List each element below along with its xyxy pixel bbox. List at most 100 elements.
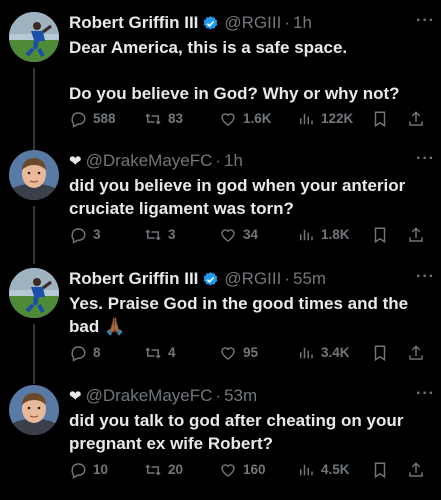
views-chart-icon xyxy=(297,344,315,362)
retweet-icon xyxy=(144,110,162,128)
reply-count: 3 xyxy=(93,227,101,242)
retweet-icon xyxy=(144,461,162,479)
reply-count: 8 xyxy=(93,345,101,360)
views-chart-icon xyxy=(297,461,315,479)
tweet-text: Yes. Praise God in the good times and th… xyxy=(69,294,413,336)
retweet-count: 20 xyxy=(168,462,184,477)
share-icon xyxy=(407,226,425,244)
user-handle[interactable]: @RGIII xyxy=(224,269,281,289)
like-count: 1.6K xyxy=(243,111,272,126)
separator-dot: · xyxy=(215,386,222,405)
action-bar: 8 4 95 3.4K xyxy=(69,344,431,364)
like-button[interactable]: 160 xyxy=(219,461,266,479)
retweet-icon xyxy=(144,226,162,244)
like-count: 34 xyxy=(243,227,259,242)
heart-icon xyxy=(219,226,237,244)
display-name[interactable]: Robert Griffin III xyxy=(69,13,198,33)
timestamp[interactable]: 1h xyxy=(224,151,243,171)
bookmark-icon xyxy=(371,344,389,362)
tweet[interactable]: ❤ @DrakeMayeFC · 1h ··· did you believe … xyxy=(0,150,441,264)
thread-line xyxy=(33,206,35,264)
user-handle[interactable]: @RGIII xyxy=(224,13,281,33)
reply-count: 10 xyxy=(93,462,109,477)
more-options-icon[interactable]: ··· xyxy=(416,268,435,286)
retweet-button[interactable]: 83 xyxy=(144,110,183,128)
reply-button[interactable]: 8 xyxy=(69,344,101,362)
tweet-header: Robert Griffin III @RGIII · 1h xyxy=(69,12,433,34)
retweet-button[interactable]: 4 xyxy=(144,344,176,362)
share-button[interactable] xyxy=(407,110,425,128)
avatar[interactable] xyxy=(9,12,59,62)
more-options-icon[interactable]: ··· xyxy=(416,150,435,168)
tweet[interactable]: Robert Griffin III @RGIII · 55m ··· Yes.… xyxy=(0,268,441,384)
avatar[interactable] xyxy=(9,268,59,318)
heart-icon xyxy=(219,461,237,479)
views-chart-icon xyxy=(297,110,315,128)
timestamp[interactable]: 1h xyxy=(293,13,312,33)
tweet-text: did you believe in god when your anterio… xyxy=(69,176,410,218)
thread-line xyxy=(33,324,35,384)
view-count: 4.5K xyxy=(321,462,350,477)
user-handle[interactable]: @DrakeMayeFC xyxy=(86,151,213,171)
bookmark-icon xyxy=(371,110,389,128)
view-count: 122K xyxy=(321,111,354,126)
display-name[interactable]: Robert Griffin III xyxy=(69,269,198,289)
action-bar: 3 3 34 1.8K xyxy=(69,226,431,246)
like-button[interactable]: 1.6K xyxy=(219,110,272,128)
timestamp[interactable]: 55m xyxy=(293,269,326,289)
avatar[interactable] xyxy=(9,385,59,435)
retweet-icon xyxy=(144,344,162,362)
bookmark-button[interactable] xyxy=(371,110,389,128)
heart-icon: ❤ xyxy=(69,153,82,170)
bookmark-button[interactable] xyxy=(371,461,389,479)
retweet-button[interactable]: 20 xyxy=(144,461,183,479)
tweet-header: Robert Griffin III @RGIII · 55m xyxy=(69,268,433,290)
tweet-text: did you talk to god after cheating on yo… xyxy=(69,411,409,453)
separator-dot: · xyxy=(284,269,290,288)
tweet[interactable]: Robert Griffin III @RGIII · 1h ··· Dear … xyxy=(0,12,441,153)
like-button[interactable]: 34 xyxy=(219,226,258,244)
retweet-count: 4 xyxy=(168,345,176,360)
reply-button[interactable]: 3 xyxy=(69,226,101,244)
more-options-icon[interactable]: ··· xyxy=(416,385,435,403)
reply-button[interactable]: 10 xyxy=(69,461,108,479)
bookmark-button[interactable] xyxy=(371,226,389,244)
avatar[interactable] xyxy=(9,150,59,200)
timestamp[interactable]: 53m xyxy=(224,386,257,406)
reply-count: 588 xyxy=(93,111,116,126)
reply-icon xyxy=(69,226,87,244)
verified-badge-icon xyxy=(202,271,219,288)
views-button[interactable]: 3.4K xyxy=(297,344,350,362)
views-button[interactable]: 122K xyxy=(297,110,353,128)
view-count: 3.4K xyxy=(321,345,350,360)
views-button[interactable]: 4.5K xyxy=(297,461,350,479)
thread-line xyxy=(33,68,35,153)
heart-icon xyxy=(219,344,237,362)
views-button[interactable]: 1.8K xyxy=(297,226,350,244)
tweet-text: Dear America, this is a safe space. Do y… xyxy=(69,38,400,103)
action-bar: 10 20 160 4.5K xyxy=(69,461,431,481)
action-bar: 588 83 1.6K 122K xyxy=(69,110,431,130)
bookmark-button[interactable] xyxy=(371,344,389,362)
like-count: 95 xyxy=(243,345,259,360)
like-count: 160 xyxy=(243,462,266,477)
reply-button[interactable]: 588 xyxy=(69,110,116,128)
tweet[interactable]: ❤ @DrakeMayeFC · 53m ··· did you talk to… xyxy=(0,385,441,495)
heart-icon: ❤ xyxy=(69,388,82,405)
reply-icon xyxy=(69,344,87,362)
retweet-button[interactable]: 3 xyxy=(144,226,176,244)
share-icon xyxy=(407,461,425,479)
retweet-count: 3 xyxy=(168,227,176,242)
share-button[interactable] xyxy=(407,461,425,479)
view-count: 1.8K xyxy=(321,227,350,242)
share-button[interactable] xyxy=(407,226,425,244)
bookmark-icon xyxy=(371,226,389,244)
verified-badge-icon xyxy=(202,15,219,32)
separator-dot: · xyxy=(215,151,222,170)
share-button[interactable] xyxy=(407,344,425,362)
user-handle[interactable]: @DrakeMayeFC xyxy=(86,386,213,406)
reply-icon xyxy=(69,461,87,479)
more-options-icon[interactable]: ··· xyxy=(416,12,435,30)
like-button[interactable]: 95 xyxy=(219,344,258,362)
share-icon xyxy=(407,110,425,128)
